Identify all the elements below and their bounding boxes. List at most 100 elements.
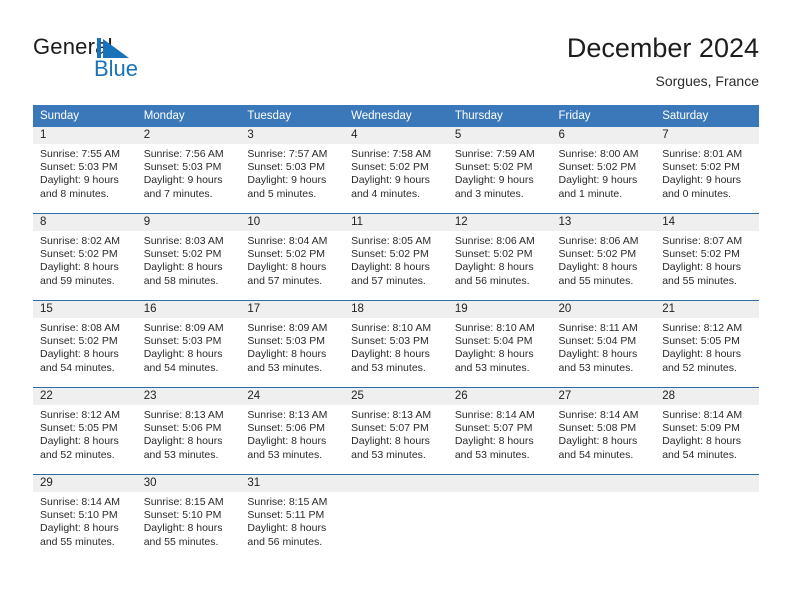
calendar-day-cell[interactable]: 4 Sunrise: 7:58 AM Sunset: 5:02 PM Daylight… <box>344 127 448 214</box>
sunset-text: Sunset: 5:03 PM <box>247 161 326 174</box>
calendar-day-cell[interactable]: 11 Sunrise: 8:05 AM Sunset: 5:02 PM Dayligh… <box>344 213 448 301</box>
sunset-text: Sunset: 5:05 PM <box>662 335 740 348</box>
daylight-text-line2: and 52 minutes. <box>662 361 737 374</box>
sunset-text: Sunset: 5:04 PM <box>558 335 637 348</box>
sunset-text: Sunset: 5:03 PM <box>351 335 429 348</box>
sunrise-text: Sunrise: 8:00 AM <box>558 148 639 160</box>
calendar-day-cell[interactable]: 27 Sunrise: 8:14 AM Sunset: 5:08 PM Dayligh… <box>551 387 656 475</box>
calendar-day-cell-empty <box>655 474 759 561</box>
daylight-text-line2: and 53 minutes. <box>454 361 530 374</box>
daylight-text-line2: and 4 minutes. <box>351 187 420 200</box>
calendar-day-cell[interactable]: 30 Sunrise: 8:15 AM Sunset: 5:10 PM Dayligh… <box>136 474 241 561</box>
sunset-text: Sunset: 5:03 PM <box>40 161 118 174</box>
daylight-text-line2: and 53 minutes. <box>143 448 219 461</box>
calendar-day-cell[interactable]: 5 Sunrise: 7:59 AM Sunset: 5:02 PM Daylight… <box>447 127 552 214</box>
sunrise-text: Sunrise: 8:10 AM <box>454 322 535 334</box>
daylight-text-line1: Daylight: 9 hours <box>558 174 638 187</box>
sunset-text: Sunset: 5:03 PM <box>247 335 326 348</box>
calendar-day-cell[interactable]: 6 Sunrise: 8:00 AM Sunset: 5:02 PM Daylight… <box>551 127 656 214</box>
calendar-day-cell[interactable]: 17 Sunrise: 8:09 AM Sunset: 5:03 PM Dayligh… <box>240 300 345 388</box>
calendar-day-cell[interactable]: 23 Sunrise: 8:13 AM Sunset: 5:06 PM Dayligh… <box>136 387 241 475</box>
daylight-text-line2: and 58 minutes. <box>143 274 219 287</box>
daylight-text-line1: Daylight: 8 hours <box>454 435 534 448</box>
calendar-day-cell[interactable]: 19 Sunrise: 8:10 AM Sunset: 5:04 PM Dayligh… <box>447 300 552 388</box>
calendar-day-cell[interactable]: 18 Sunrise: 8:10 AM Sunset: 5:03 PM Dayligh… <box>344 300 448 388</box>
sunset-text: Sunset: 5:04 PM <box>454 335 533 348</box>
calendar-day-cell[interactable]: 15 Sunrise: 8:08 AM Sunset: 5:02 PM Dayligh… <box>33 300 137 388</box>
page-title: December 2024 <box>566 33 759 63</box>
weekday-header-wednesday: Wednesday <box>344 105 448 127</box>
calendar-day-cell[interactable]: 7 Sunrise: 8:01 AM Sunset: 5:02 PM Daylight… <box>655 127 759 214</box>
day-number: 8 <box>33 214 137 231</box>
day-number: 24 <box>240 388 345 405</box>
daylight-text-line1: Daylight: 8 hours <box>454 261 534 274</box>
sunrise-text: Sunrise: 8:06 AM <box>558 235 639 247</box>
day-number: 1 <box>33 127 137 144</box>
daylight-text-line2: and 1 minute. <box>558 187 623 200</box>
daylight-text-line2: and 7 minutes. <box>143 187 213 200</box>
calendar-day-cell[interactable]: 13 Sunrise: 8:06 AM Sunset: 5:02 PM Dayligh… <box>551 213 656 301</box>
calendar-day-cell[interactable]: 25 Sunrise: 8:13 AM Sunset: 5:07 PM Dayligh… <box>344 387 448 475</box>
sunrise-text: Sunrise: 7:58 AM <box>351 148 432 160</box>
daylight-text-line1: Daylight: 8 hours <box>247 261 327 274</box>
sunset-text: Sunset: 5:02 PM <box>662 248 740 261</box>
sunrise-text: Sunrise: 8:08 AM <box>40 322 120 334</box>
day-number: 22 <box>33 388 137 405</box>
calendar-day-cell[interactable]: 28 Sunrise: 8:14 AM Sunset: 5:09 PM Dayligh… <box>655 387 759 475</box>
calendar-day-cell[interactable]: 10 Sunrise: 8:04 AM Sunset: 5:02 PM Dayligh… <box>240 213 345 301</box>
daylight-text-line2: and 54 minutes. <box>143 361 219 374</box>
daylight-text-line1: Daylight: 9 hours <box>40 174 119 187</box>
daylight-text-line1: Daylight: 8 hours <box>143 261 223 274</box>
sunrise-text: Sunrise: 8:03 AM <box>143 235 224 247</box>
daylight-text-line1: Daylight: 8 hours <box>351 348 430 361</box>
calendar-day-cell[interactable]: 29 Sunrise: 8:14 AM Sunset: 5:10 PM Dayligh… <box>33 474 137 561</box>
calendar-day-cell[interactable]: 12 Sunrise: 8:06 AM Sunset: 5:02 PM Dayligh… <box>447 213 552 301</box>
calendar-day-cell[interactable]: 2 Sunrise: 7:56 AM Sunset: 5:03 PM Daylight… <box>136 127 241 214</box>
daylight-text-line1: Daylight: 9 hours <box>351 174 430 187</box>
sunset-text: Sunset: 5:02 PM <box>454 161 533 174</box>
daylight-text-line2: and 52 minutes. <box>40 448 115 461</box>
weekday-header-sunday: Sunday <box>33 105 137 127</box>
daylight-text-line1: Daylight: 8 hours <box>662 435 742 448</box>
calendar-day-cell[interactable]: 21 Sunrise: 8:12 AM Sunset: 5:05 PM Dayligh… <box>655 300 759 388</box>
calendar-day-cell[interactable]: 8 Sunrise: 8:02 AM Sunset: 5:02 PM Daylight… <box>33 213 137 301</box>
sunset-text: Sunset: 5:02 PM <box>143 248 222 261</box>
day-number: 21 <box>655 301 759 318</box>
daylight-text-line1: Daylight: 9 hours <box>454 174 534 187</box>
calendar-day-cell[interactable]: 9 Sunrise: 8:03 AM Sunset: 5:02 PM Daylight… <box>136 213 241 301</box>
daylight-text-line1: Daylight: 8 hours <box>558 348 638 361</box>
sunset-text: Sunset: 5:02 PM <box>662 161 740 174</box>
day-number: 27 <box>551 388 656 405</box>
daylight-text-line1: Daylight: 8 hours <box>662 348 742 361</box>
calendar-day-cell[interactable]: 26 Sunrise: 8:14 AM Sunset: 5:07 PM Dayligh… <box>447 387 552 475</box>
calendar-day-cell[interactable]: 22 Sunrise: 8:12 AM Sunset: 5:05 PM Dayligh… <box>33 387 137 475</box>
calendar-day-cell[interactable]: 16 Sunrise: 8:09 AM Sunset: 5:03 PM Dayligh… <box>136 300 241 388</box>
day-number: 25 <box>344 388 448 405</box>
calendar-day-cell[interactable]: 3 Sunrise: 7:57 AM Sunset: 5:03 PM Daylight… <box>240 127 345 214</box>
brand-logo[interactable]: General Blue <box>33 34 253 84</box>
sunrise-text: Sunrise: 8:06 AM <box>454 235 535 247</box>
page-header: General Blue December 2024 Sorgues, Fran… <box>0 0 792 100</box>
sunset-text: Sunset: 5:02 PM <box>558 161 637 174</box>
calendar-day-cell[interactable]: 24 Sunrise: 8:13 AM Sunset: 5:06 PM Dayligh… <box>240 387 345 475</box>
sunrise-text: Sunrise: 8:14 AM <box>454 409 535 421</box>
daylight-text-line1: Daylight: 8 hours <box>40 522 119 535</box>
daylight-text-line1: Daylight: 8 hours <box>558 435 638 448</box>
daylight-text-line1: Daylight: 8 hours <box>143 348 223 361</box>
sunrise-text: Sunrise: 8:05 AM <box>351 235 432 247</box>
sunset-text: Sunset: 5:02 PM <box>40 335 118 348</box>
sunset-text: Sunset: 5:03 PM <box>143 335 222 348</box>
sunset-text: Sunset: 5:08 PM <box>558 422 637 435</box>
calendar-day-cell[interactable]: 1 Sunrise: 7:55 AM Sunset: 5:03 PM Daylight… <box>33 127 137 214</box>
daylight-text-line1: Daylight: 8 hours <box>143 435 223 448</box>
sunrise-text: Sunrise: 8:07 AM <box>662 235 743 247</box>
calendar-day-cell[interactable]: 20 Sunrise: 8:11 AM Sunset: 5:04 PM Dayligh… <box>551 300 656 388</box>
daylight-text-line1: Daylight: 9 hours <box>143 174 223 187</box>
calendar-day-cell[interactable]: 31 Sunrise: 8:15 AM Sunset: 5:11 PM Dayligh… <box>240 474 345 561</box>
page-subtitle-location: Sorgues, France <box>655 73 760 89</box>
daylight-text-line1: Daylight: 8 hours <box>351 261 430 274</box>
daylight-text-line1: Daylight: 8 hours <box>558 261 638 274</box>
daylight-text-line2: and 54 minutes. <box>558 448 634 461</box>
calendar-day-cell[interactable]: 14 Sunrise: 8:07 AM Sunset: 5:02 PM Dayligh… <box>655 213 759 301</box>
day-number: 2 <box>136 127 241 144</box>
